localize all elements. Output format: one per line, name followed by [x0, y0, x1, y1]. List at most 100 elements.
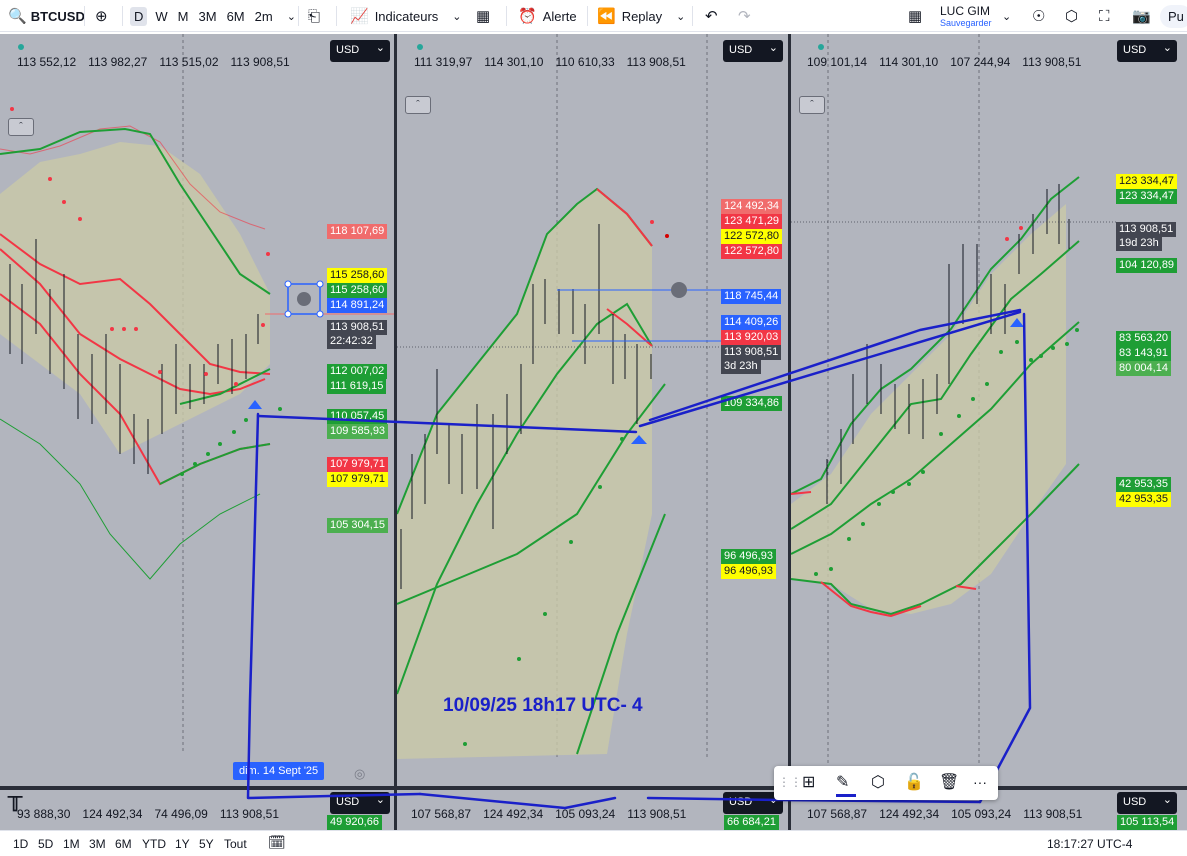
fullscreen-button[interactable]: ⛶ — [1099, 0, 1110, 32]
range-5d[interactable]: 5D — [38, 837, 53, 851]
date-range-icon[interactable]: 🗓 — [268, 834, 286, 851]
price-label: 122 572,80 — [721, 244, 783, 259]
chart-pane-right[interactable]: 109 101,14 114 301,10 107 244,94 113 908,51… — [791, 34, 1187, 786]
range-ytd[interactable]: YTD — [142, 837, 166, 851]
range-1y[interactable]: 1Y — [175, 837, 190, 851]
save-menu-chevron[interactable]: ⌄ — [1002, 0, 1011, 32]
collapse-button[interactable]: ˆ — [405, 96, 431, 114]
plus-circle-icon: ⊕ — [95, 8, 108, 25]
drag-handle-icon[interactable]: ⋮⋮ — [778, 775, 802, 789]
chart-pane-left[interactable]: 113 552,12 113 982,27 113 515,02 113 908,51… — [0, 34, 394, 786]
snapshot-button[interactable]: 📷 — [1132, 0, 1151, 32]
more-icon[interactable]: ··· — [973, 774, 987, 790]
price-label: 113 908,51 — [1116, 222, 1177, 237]
range-1m[interactable]: 1M — [63, 837, 80, 851]
replay-button[interactable]: ⏪ Replay ⌄ — [597, 0, 685, 32]
price-label: 3d 23h — [721, 359, 761, 374]
price-label: 110 057,45 — [327, 409, 388, 424]
low-value: 107 244,94 — [950, 55, 1011, 69]
ohlc-readout-lower-middle: 107 568,87 124 492,34 105 093,24 113 908,51 — [411, 807, 698, 821]
chart-pane-middle[interactable]: 111 319,97 114 301,10 110 610,33 113 908,51… — [397, 34, 788, 786]
interval-d[interactable]: D — [130, 6, 148, 26]
interval-m[interactable]: M — [178, 9, 189, 24]
layout-button[interactable]: ▦ — [908, 0, 922, 32]
trash-icon[interactable]: 🗑 — [939, 772, 959, 792]
range-5y[interactable]: 5Y — [199, 837, 214, 851]
price-label: 49 920,66 — [327, 815, 382, 830]
price-label: 115 258,60 — [327, 268, 388, 283]
interval-6m[interactable]: 6M — [227, 9, 245, 24]
ohlc-readout-lower-left: 93 888,30 124 492,34 74 496,09 113 908,51 — [17, 807, 291, 821]
high-value: 124 492,34 — [879, 807, 940, 821]
interval-2m[interactable]: 2m — [255, 9, 273, 24]
lock-icon[interactable]: 🔓 — [904, 772, 924, 792]
undo-button[interactable]: ↶ — [705, 0, 718, 32]
lower-pane-left[interactable]: 𝕋 93 888,30 124 492,34 74 496,09 113 908,51… — [0, 790, 394, 830]
replay-label: Replay — [621, 8, 663, 24]
top-toolbar: 🔍 BTCUSD ⊕ D W M 3M 6M 2m ⌄ ⎗ 📈 Indicate… — [0, 0, 1187, 32]
settings-hexagon-icon[interactable]: ⬡ — [871, 772, 885, 792]
range-6m[interactable]: 6M — [115, 837, 132, 851]
currency-select[interactable]: USD — [1117, 40, 1177, 62]
collapse-button[interactable]: ˆ — [799, 96, 825, 114]
clock[interactable]: 18:17:27 UTC-4 — [1047, 837, 1132, 851]
interval-3m[interactable]: 3M — [199, 9, 217, 24]
price-label: 113 908,51 — [721, 345, 782, 360]
range-all[interactable]: Tout — [224, 837, 247, 851]
currency-select[interactable]: USD — [723, 40, 783, 62]
ohlc-readout-middle: 111 319,97 114 301,10 110 610,33 113 908,51 — [414, 55, 698, 69]
high-value: 124 492,34 — [483, 807, 544, 821]
price-label: 114 891,24 — [327, 298, 388, 313]
low-value: 110 610,33 — [555, 55, 615, 69]
low-value: 105 093,24 — [555, 807, 616, 821]
price-label: 123 334,47 — [1116, 174, 1178, 189]
symbol-search[interactable]: 🔍 BTCUSD — [8, 0, 85, 32]
chevron-down-icon[interactable]: ⌄ — [287, 10, 296, 23]
layouts-button[interactable]: ▦ — [476, 0, 490, 32]
indicators-button[interactable]: 📈 Indicateurs ⌄ — [350, 0, 462, 32]
account-save[interactable]: LUC GIM Sauvegarder — [940, 0, 992, 32]
price-label: 22:42:32 — [327, 334, 376, 349]
price-label: 96 496,93 — [721, 549, 776, 564]
close-value: 113 908,51 — [230, 55, 290, 69]
currency-select[interactable]: USD — [330, 40, 390, 62]
close-value: 113 908,51 — [627, 807, 687, 821]
price-label: 109 334,86 — [721, 396, 783, 411]
add-object-icon[interactable]: ⊞ — [802, 772, 815, 792]
paint-bucket-icon[interactable]: ✎ — [836, 772, 849, 792]
price-label: 66 684,21 — [724, 815, 779, 830]
chevron-down-icon: ⌄ — [452, 10, 462, 23]
settings-button[interactable]: ⬡ — [1065, 0, 1078, 32]
range-3m[interactable]: 3M — [89, 837, 106, 851]
interval-group: D W M 3M 6M 2m ⌄ — [130, 0, 296, 32]
settings-circle-icon[interactable]: ◎ — [354, 766, 365, 782]
bar-style-button[interactable]: ⎗ — [308, 0, 320, 32]
publish-button[interactable]: Pu — [1160, 0, 1187, 32]
annotation-text[interactable]: 10/09/25 18h17 UTC- 4 — [443, 695, 643, 717]
close-value: 113 908,51 — [1023, 807, 1083, 821]
high-value: 114 301,10 — [484, 55, 544, 69]
publish-label: Pu — [1160, 4, 1187, 28]
indicators-icon: 📈 — [350, 8, 369, 25]
quick-search-button[interactable]: ☉ — [1032, 0, 1045, 32]
price-label: 113 908,51 — [327, 320, 388, 335]
collapse-button[interactable]: ˆ — [8, 118, 34, 136]
rewind-icon: ⏪ — [597, 8, 616, 25]
price-label: 123 471,29 — [721, 214, 783, 229]
gear-icon: ⬡ — [1065, 8, 1079, 25]
redo-button[interactable]: ↷ — [738, 0, 751, 32]
ohlc-readout-left: 113 552,12 113 982,27 113 515,02 113 908,51 — [17, 55, 302, 69]
lower-pane-middle[interactable]: 107 568,87 124 492,34 105 093,24 113 908,51… — [397, 790, 788, 830]
price-label: 42 953,35 — [1116, 477, 1171, 492]
alert-button[interactable]: ⏰ Alerte — [518, 0, 577, 32]
quick-search-icon: ☉ — [1032, 8, 1046, 25]
interval-w[interactable]: W — [155, 9, 167, 24]
compare-button[interactable]: ⊕ — [95, 0, 108, 32]
price-label: 118 107,69 — [327, 224, 388, 239]
range-1d[interactable]: 1D — [13, 837, 28, 851]
price-label: 114 409,26 — [721, 315, 782, 330]
crosshair-date-label: dim. 14 Sept '25 — [233, 762, 325, 780]
price-label: 105 304,15 — [327, 518, 389, 533]
currency-select[interactable]: USD — [330, 792, 390, 814]
currency-select[interactable]: USD — [1117, 792, 1177, 814]
